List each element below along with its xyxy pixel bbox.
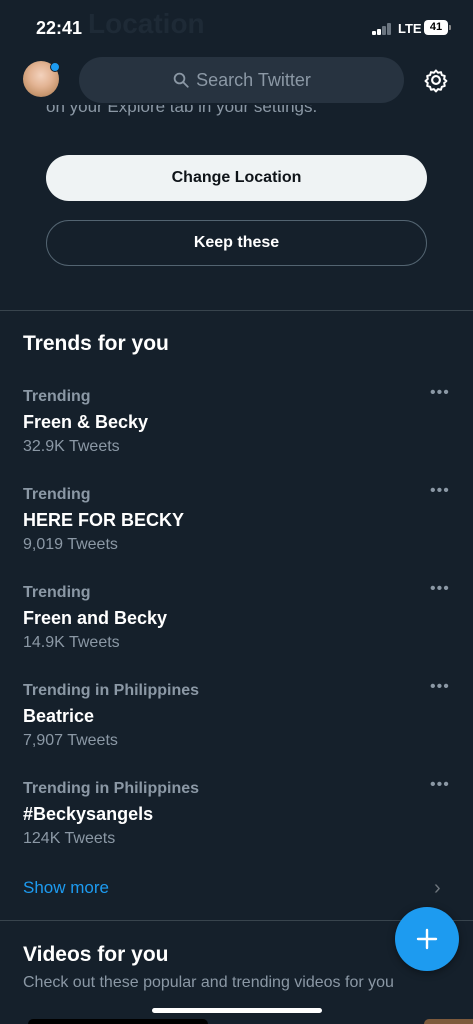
- trend-context: Trending: [23, 486, 91, 503]
- network-type: LTE: [398, 21, 422, 36]
- trend-item[interactable]: Trending in Philippines Beatrice 7,907 T…: [0, 678, 473, 772]
- background-title: Location: [88, 8, 205, 39]
- trend-name: Freen and Becky: [23, 608, 168, 628]
- keep-these-button[interactable]: Keep these: [46, 220, 427, 266]
- more-horizontal-icon[interactable]: •••: [430, 384, 450, 402]
- notification-dot: [50, 62, 60, 72]
- trend-context: Trending in Philippines: [23, 780, 200, 797]
- more-horizontal-icon[interactable]: •••: [430, 678, 450, 696]
- trend-item[interactable]: Trending HERE FOR BECKY 9,019 Tweets •••: [0, 482, 473, 576]
- battery-icon: 41: [424, 20, 451, 35]
- videos-subtitle: Check out these popular and trending vid…: [23, 974, 394, 991]
- compose-tweet-button[interactable]: [395, 907, 459, 971]
- search-placeholder: Search Twitter: [196, 69, 311, 90]
- trend-count: 14.9K Tweets: [23, 634, 120, 651]
- home-indicator[interactable]: [152, 1008, 322, 1013]
- trend-count: 9,019 Tweets: [23, 536, 118, 553]
- trend-name: Beatrice: [23, 706, 95, 726]
- chevron-right-icon[interactable]: ›: [434, 877, 441, 900]
- trend-count: 7,907 Tweets: [23, 732, 118, 749]
- trend-name: HERE FOR BECKY: [23, 510, 185, 530]
- status-time: 22:41: [36, 18, 83, 38]
- search-input[interactable]: Search Twitter: [79, 57, 404, 103]
- more-horizontal-icon[interactable]: •••: [430, 482, 450, 500]
- videos-title: Videos for you: [23, 943, 169, 966]
- signal-icon: [372, 23, 394, 35]
- trend-count: 124K Tweets: [23, 830, 116, 847]
- show-more-link[interactable]: Show more: [23, 878, 109, 898]
- status-bar: Location 22:41 LTE 41: [0, 0, 473, 56]
- section-divider: [0, 310, 473, 311]
- trend-context: Trending in Philippines: [23, 682, 200, 699]
- trend-name: #Beckysangels: [23, 804, 154, 824]
- trend-item[interactable]: Trending Freen & Becky 32.9K Tweets •••: [0, 384, 473, 478]
- plus-icon: [416, 928, 438, 950]
- trend-item[interactable]: Trending Freen and Becky 14.9K Tweets ••…: [0, 580, 473, 674]
- search-icon: [173, 72, 189, 88]
- trends-title: Trends for you: [23, 332, 169, 355]
- change-location-button[interactable]: Change Location: [46, 155, 427, 201]
- trend-count: 32.9K Tweets: [23, 438, 120, 455]
- video-thumbnail[interactable]: [424, 1019, 473, 1024]
- trend-context: Trending: [23, 388, 91, 405]
- trend-item[interactable]: Trending in Philippines #Beckysangels 12…: [0, 776, 473, 870]
- gear-icon[interactable]: [423, 67, 449, 93]
- more-horizontal-icon[interactable]: •••: [430, 776, 450, 794]
- more-horizontal-icon[interactable]: •••: [430, 580, 450, 598]
- trend-name: Freen & Becky: [23, 412, 149, 432]
- video-thumbnail[interactable]: [28, 1019, 208, 1024]
- avatar[interactable]: [23, 61, 60, 97]
- trend-context: Trending: [23, 584, 91, 601]
